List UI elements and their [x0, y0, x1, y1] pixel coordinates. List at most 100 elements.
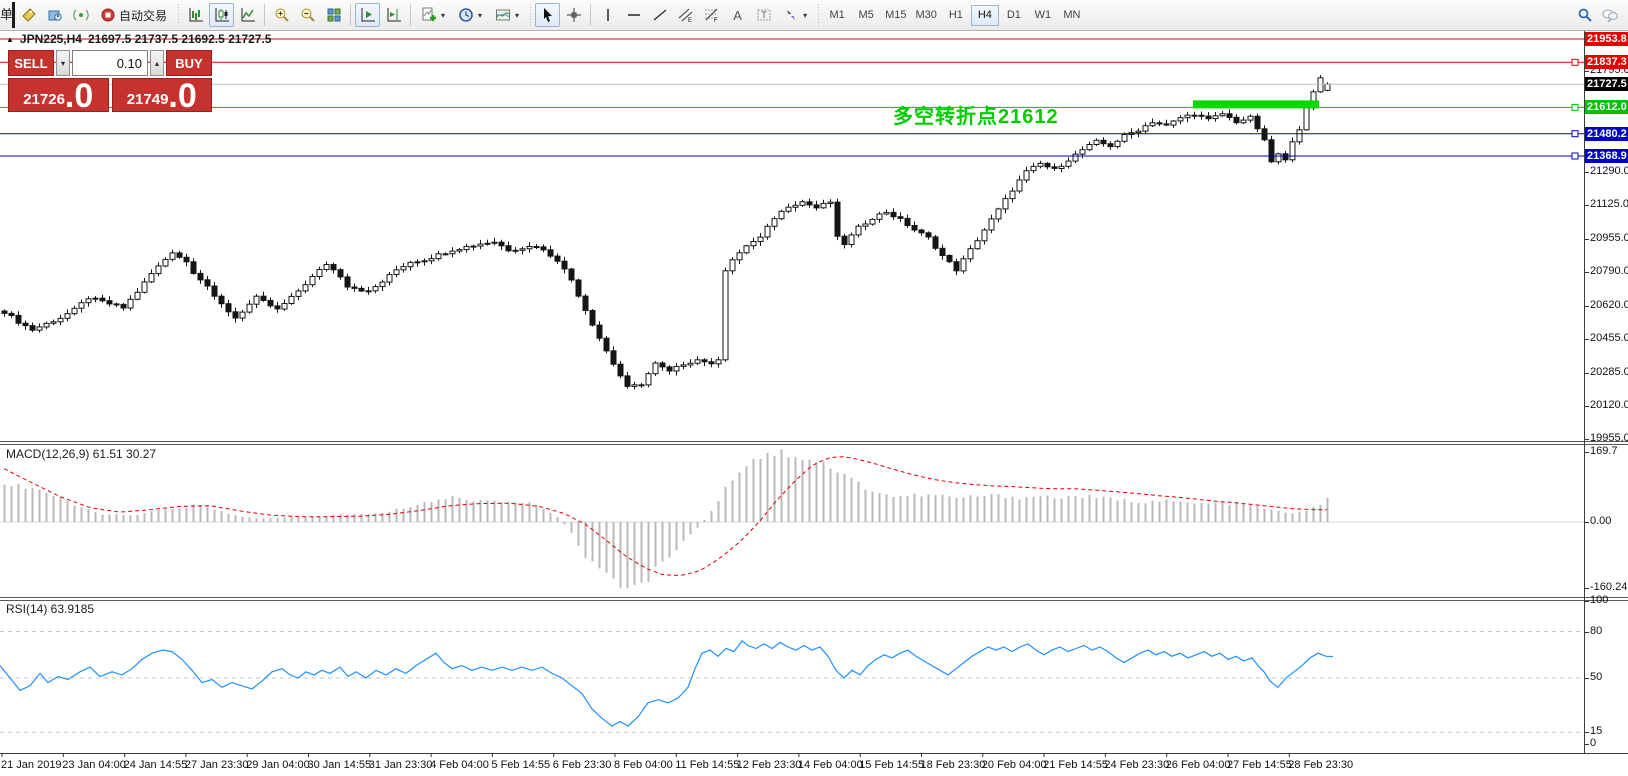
channel-button[interactable]: E [673, 3, 698, 27]
chat-button[interactable] [1597, 3, 1622, 27]
bar-chart-icon [188, 7, 204, 23]
level-handle[interactable] [1572, 59, 1578, 65]
dropdown-caret-icon: ▾ [803, 11, 807, 20]
chart-shift-button[interactable] [381, 3, 406, 27]
timeframe-m1[interactable]: M1 [823, 5, 851, 26]
timeframe-d1[interactable]: D1 [1000, 5, 1028, 26]
timeframe-m30[interactable]: M30 [911, 5, 940, 26]
zoom-in-button[interactable] [269, 3, 294, 27]
price-badge-21612.0[interactable]: 21612.0 [1585, 100, 1628, 114]
pivot-annotation: 多空转折点21612 [893, 100, 1059, 129]
price-badge-21480.2[interactable]: 21480.2 [1585, 127, 1628, 141]
price-tick-label: 20790.0 [1590, 265, 1628, 277]
candlestick-chart-icon [214, 7, 230, 23]
time-label: 11 Feb 14:55 [675, 759, 739, 771]
time-label: 24 Jan 14:55 [124, 759, 188, 771]
chart-ohlc: 21697.5 21737.5 21692.5 21727.5 [88, 32, 272, 46]
price-tick-label: 20620.0 [1590, 299, 1628, 311]
macd-histogram [5, 449, 1328, 588]
buy-price-fraction: .0 [168, 83, 196, 111]
time-label: 24 Feb 23:30 [1104, 759, 1169, 771]
price-badge-21953.8[interactable]: 21953.8 [1585, 32, 1628, 46]
buy-button[interactable]: BUY [166, 50, 212, 76]
level-handle[interactable] [1572, 131, 1578, 137]
price-tick-label: 20455.0 [1590, 332, 1628, 344]
volume-decrease-button[interactable]: ▾ [56, 50, 70, 76]
price-badge-21837.3[interactable]: 21837.3 [1585, 55, 1628, 69]
tile-windows-button[interactable] [321, 3, 346, 27]
sell-button[interactable]: SELL [8, 50, 54, 76]
search-button[interactable] [1572, 3, 1597, 27]
auto-scroll-button[interactable] [355, 3, 380, 27]
rsi-tick-dash [1585, 744, 1589, 745]
cursor-icon [540, 7, 556, 23]
zoom-out-button[interactable] [295, 3, 320, 27]
text-button[interactable]: A [725, 3, 750, 27]
time-label: 28 Feb 23:30 [1288, 759, 1353, 771]
periods-button[interactable]: ▾ [452, 3, 488, 27]
svg-text:E: E [688, 18, 692, 23]
horizontal-line-button[interactable] [621, 3, 646, 27]
level-handle[interactable] [1572, 104, 1578, 110]
new-order-button[interactable] [16, 3, 41, 27]
docked-panel-edge: 单 [0, 0, 15, 31]
text-label-button[interactable]: T [751, 3, 776, 27]
line-chart-button[interactable] [235, 3, 260, 27]
pane-separator-macd[interactable] [0, 441, 1628, 445]
level-handle[interactable] [1572, 153, 1578, 159]
templates-button[interactable]: ▾ [489, 3, 525, 27]
timeframe-m5[interactable]: M5 [852, 5, 880, 26]
rsi-tick-label: 15 [1590, 725, 1602, 737]
time-label: 18 Feb 23:30 [921, 759, 986, 771]
timeframe-w1[interactable]: W1 [1029, 5, 1057, 26]
timeframe-h4[interactable]: H4 [971, 5, 999, 26]
support-zone-band[interactable] [1193, 100, 1319, 108]
bar-chart-button[interactable] [183, 3, 208, 27]
cursor-button[interactable] [535, 3, 560, 27]
timeframe-h1[interactable]: H1 [942, 5, 970, 26]
candlestick-chart-button[interactable] [209, 3, 234, 27]
timeframe-m15[interactable]: M15 [881, 5, 910, 26]
time-axis[interactable]: 21 Jan 201923 Jan 04:0024 Jan 14:5527 Ja… [1, 753, 1353, 771]
time-label: 20 Feb 04:00 [982, 759, 1047, 771]
market-watch-button[interactable] [42, 3, 67, 27]
vertical-line-button[interactable] [595, 3, 620, 27]
price-tick-dash [1585, 172, 1589, 173]
price-tick-dash [1585, 339, 1589, 340]
arrows-button[interactable]: ▾ [777, 3, 813, 27]
buy-price-display[interactable]: 21749.0 [112, 78, 213, 112]
time-label: 15 Feb 14:55 [859, 759, 924, 771]
pane-separator-rsi[interactable] [0, 597, 1628, 601]
toolbar-separator [264, 4, 265, 26]
sell-price-display[interactable]: 21726.0 [8, 78, 109, 112]
buy-price-main: 21749 [127, 91, 169, 108]
indicators-button[interactable]: ▾ [415, 3, 451, 27]
one-click-toggle[interactable]: ▲ [6, 35, 14, 44]
price-badge-21727.5[interactable]: 21727.5 [1585, 77, 1628, 91]
time-label: 29 Jan 04:00 [246, 759, 310, 771]
time-label: 12 Feb 23:30 [737, 759, 802, 771]
rsi-tick-label: 0 [1590, 737, 1596, 749]
order-tag-icon [21, 7, 37, 23]
market-watch-icon [47, 7, 63, 23]
text-tool-letter: A [733, 8, 742, 23]
timeframe-mn[interactable]: MN [1058, 5, 1086, 26]
price-tick-dash [1585, 439, 1589, 440]
volume-increase-button[interactable]: ▴ [150, 50, 164, 76]
volume-input[interactable] [72, 50, 148, 76]
time-label: 8 Feb 04:00 [614, 759, 673, 771]
price-badge-21368.9[interactable]: 21368.9 [1585, 149, 1628, 163]
crosshair-button[interactable] [561, 3, 586, 27]
autotrading-button[interactable]: 自动交易 [94, 3, 173, 27]
signals-button[interactable] [68, 3, 93, 27]
trendline-button[interactable] [647, 3, 672, 27]
fibonacci-button[interactable]: F [699, 3, 724, 27]
dropdown-caret-icon: ▾ [515, 11, 519, 20]
time-label: 26 Feb 04:00 [1166, 759, 1231, 771]
text-label-icon: T [756, 7, 772, 23]
panel-divider [12, 2, 15, 28]
toolbar: 单 自动交易 ▾ ▾ [0, 0, 1628, 31]
price-axis[interactable]: 21795.021290.021125.020955.020790.020620… [1585, 31, 1628, 753]
time-label: 23 Jan 04:00 [62, 759, 126, 771]
zoom-out-icon [300, 7, 316, 23]
